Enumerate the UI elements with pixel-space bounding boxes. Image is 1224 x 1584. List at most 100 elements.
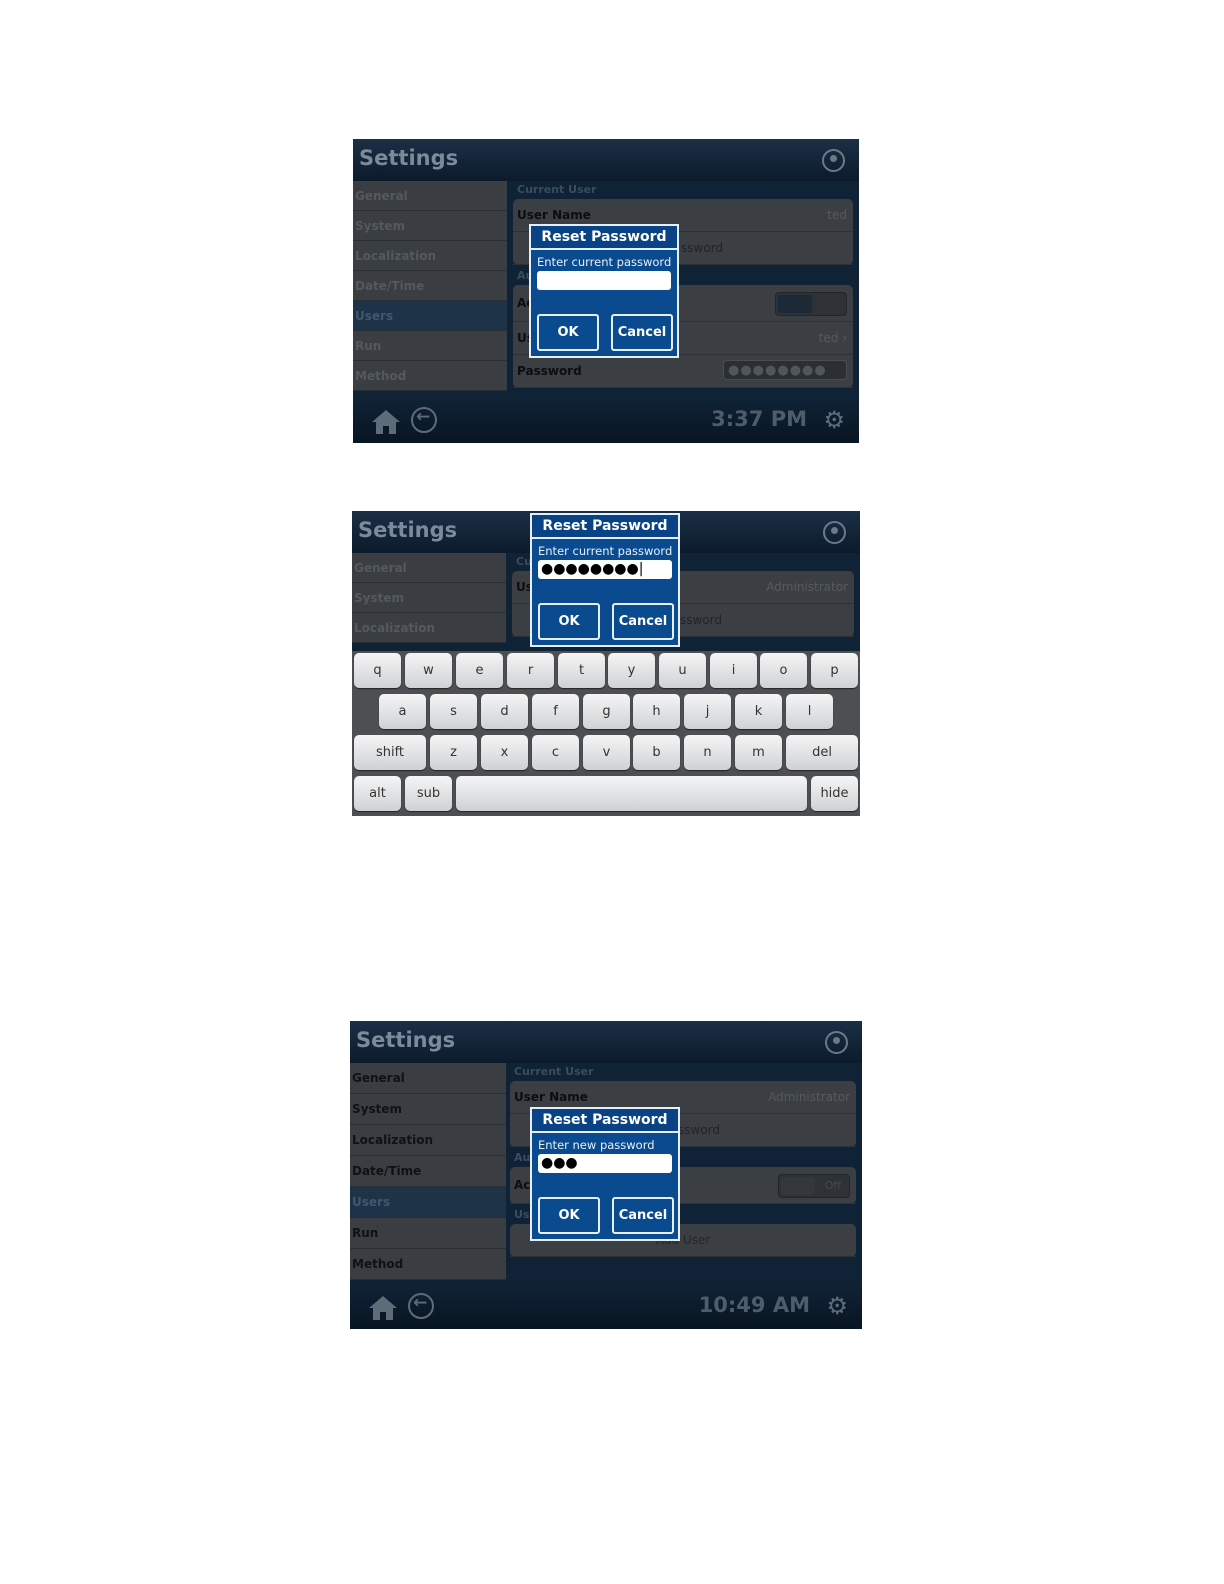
toggle-state-label: Off [824,1179,841,1192]
dialog-prompt: Enter current password [537,255,672,269]
key-i[interactable]: i [710,653,757,688]
ok-button[interactable]: OK [538,1197,600,1234]
key-space[interactable] [456,776,807,811]
toggle-knob [778,295,812,313]
settings-screen-2: Settings General System Localization Cu … [352,511,860,816]
title-bar: Settings [350,1021,862,1063]
reset-password-dialog: Reset Password Enter current password ●●… [530,513,680,647]
home-icon[interactable] [371,409,401,435]
back-arrow-icon[interactable] [411,407,437,433]
user-icon[interactable] [822,149,845,172]
home-icon[interactable] [368,1295,398,1321]
key-k[interactable]: k [735,694,782,729]
toggle-knob [781,1177,815,1195]
reset-password-label-fragment: ssword [678,1123,720,1137]
key-shift[interactable]: shift [354,735,426,770]
sidebar-item-localization[interactable]: Localization [353,241,507,271]
key-y[interactable]: y [608,653,655,688]
bottom-bar: 3:37 PM ⚙ [353,399,859,443]
clock: 3:37 PM [711,407,807,431]
key-u[interactable]: u [659,653,706,688]
key-del[interactable]: del [786,735,858,770]
user-icon[interactable] [825,1031,848,1054]
reset-password-dialog: Reset Password Enter current password OK… [529,224,679,358]
cancel-button[interactable]: Cancel [612,603,674,640]
sidebar-item-localization[interactable]: Localization [350,1125,506,1156]
user-name-label: User Name [514,1090,588,1104]
dialog-prompt: Enter new password [538,1138,655,1152]
gear-icon[interactable]: ⚙ [826,1294,848,1318]
password-input[interactable] [537,271,671,290]
sidebar-item-method[interactable]: Method [350,1249,506,1280]
back-arrow-icon[interactable] [408,1293,434,1319]
sidebar-item-system[interactable]: System [353,211,507,241]
sidebar-item-users[interactable]: Users [353,301,507,331]
key-g[interactable]: g [583,694,630,729]
key-n[interactable]: n [684,735,731,770]
password-input[interactable]: ●●●●●●●●| [538,560,672,579]
key-f[interactable]: f [532,694,579,729]
password-label: Password [517,364,582,378]
sidebar-item-run[interactable]: Run [353,331,507,361]
user-name-value: Administrator [768,1090,850,1104]
ok-button[interactable]: OK [537,314,599,351]
on-screen-keyboard: q w e r t y u i o p a s d f g h j k l sh… [352,651,860,816]
reset-password-dialog: Reset Password Enter new password ●●● OK… [530,1107,680,1241]
section-current-user: Current User [517,183,597,196]
key-c[interactable]: c [532,735,579,770]
sidebar-item-system[interactable]: System [350,1094,506,1125]
ok-button[interactable]: OK [538,603,600,640]
bottom-bar: 10:49 AM ⚙ [350,1285,862,1329]
key-sub[interactable]: sub [405,776,452,811]
key-h[interactable]: h [633,694,680,729]
key-q[interactable]: q [354,653,401,688]
key-e[interactable]: e [456,653,503,688]
key-w[interactable]: w [405,653,452,688]
settings-screen-1: Settings General System Localization Dat… [353,139,859,443]
dialog-title: Reset Password [532,1109,678,1133]
sidebar-item-general[interactable]: General [353,181,507,211]
key-alt[interactable]: alt [354,776,401,811]
section-current-user: Current User [514,1065,594,1078]
key-p[interactable]: p [811,653,858,688]
key-b[interactable]: b [633,735,680,770]
password-row: Password ●●●●●●●● [513,355,853,388]
user-name-label: User Name [517,208,591,222]
settings-sidebar: General System Localization [352,553,506,643]
key-v[interactable]: v [583,735,630,770]
key-x[interactable]: x [481,735,528,770]
key-r[interactable]: r [507,653,554,688]
settings-sidebar: General System Localization Date/Time Us… [350,1063,506,1280]
sidebar-item-date-time[interactable]: Date/Time [353,271,507,301]
sidebar-item-method[interactable]: Method [353,361,507,391]
sidebar-item-general[interactable]: General [352,553,506,583]
sidebar-item-localization[interactable]: Localization [352,613,506,643]
sidebar-item-run[interactable]: Run [350,1218,506,1249]
user-name-value: ted [827,208,847,222]
cancel-button[interactable]: Cancel [611,314,673,351]
gear-icon[interactable]: ⚙ [823,408,845,432]
page-title: Settings [359,146,459,170]
key-t[interactable]: t [558,653,605,688]
cancel-button[interactable]: Cancel [612,1197,674,1234]
key-j[interactable]: j [684,694,731,729]
key-a[interactable]: a [379,694,426,729]
sidebar-item-general[interactable]: General [350,1063,506,1094]
sidebar-item-system[interactable]: System [352,583,506,613]
key-o[interactable]: o [760,653,807,688]
access-control-toggle[interactable] [775,292,847,316]
user-icon[interactable] [823,521,846,544]
access-control-toggle[interactable]: Off [778,1174,850,1198]
password-field[interactable]: ●●●●●●●● [723,360,847,380]
key-s[interactable]: s [430,694,477,729]
user-value: ted › [818,331,847,345]
key-d[interactable]: d [481,694,528,729]
password-input[interactable]: ●●● [538,1154,672,1173]
key-hide[interactable]: hide [811,776,858,811]
key-l[interactable]: l [786,694,833,729]
sidebar-item-date-time[interactable]: Date/Time [350,1156,506,1187]
key-z[interactable]: z [430,735,477,770]
key-m[interactable]: m [735,735,782,770]
page-title: Settings [356,1028,456,1052]
sidebar-item-users[interactable]: Users [350,1187,506,1218]
